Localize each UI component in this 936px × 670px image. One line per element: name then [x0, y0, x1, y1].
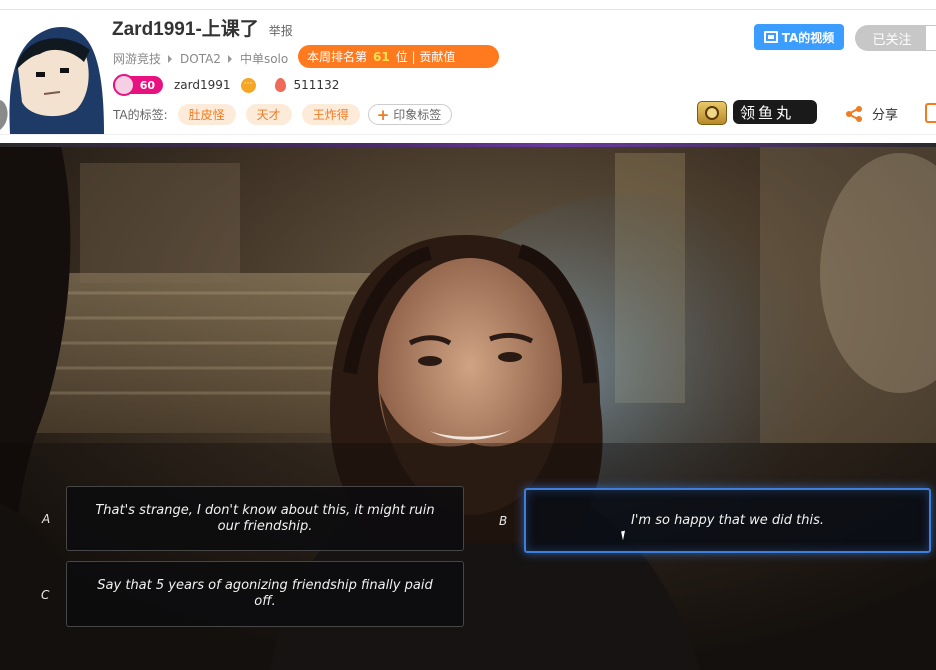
divider	[0, 9, 936, 10]
chevron-right-icon	[227, 54, 232, 63]
plus-icon: +	[376, 105, 390, 124]
tags-label: TA的标签:	[113, 108, 168, 122]
level-badge: 60	[113, 74, 163, 96]
rank-suffix: 位 | 贡献值	[395, 50, 456, 64]
follow-count-box	[925, 25, 936, 51]
dialogue-option-c[interactable]: Say that 5 years of agonizing friendship…	[66, 561, 464, 627]
tag-chip[interactable]: 肚皮怪	[177, 104, 236, 125]
ta-videos-button[interactable]: TA的视频	[754, 24, 844, 50]
fish-ball-badge[interactable]: 领鱼丸	[697, 99, 821, 126]
add-tag-button[interactable]: + 印象标签	[367, 104, 453, 125]
coin-icon	[697, 101, 727, 125]
dialogue-option-b[interactable]: I'm so happy that we did this.	[524, 488, 931, 553]
breadcrumb: 网游竞技 DOTA2 中单solo	[113, 50, 288, 67]
share-button[interactable]: 分享	[846, 104, 898, 123]
weekly-rank-badge[interactable]: 本周排名第 61 位 | 贡献值	[298, 45, 499, 68]
dialogue-option-a[interactable]: That's strange, I don't know about this,…	[66, 486, 464, 551]
film-icon	[763, 31, 778, 43]
share-label: 分享	[872, 108, 899, 123]
username[interactable]: zard1991	[174, 78, 231, 92]
chat-bubble-icon[interactable]: ···	[240, 77, 256, 93]
streamer-header: Zard1991-上课了 举报 网游竞技 DOTA2 中单solo 本周排名第 …	[0, 0, 936, 142]
rank-prefix: 本周排名第	[307, 50, 368, 64]
option-letter: A	[42, 512, 51, 526]
share-icon	[846, 105, 862, 122]
tag-chip[interactable]: 王炸得	[301, 104, 360, 125]
avatar[interactable]	[0, 10, 104, 134]
tag-chip[interactable]: 天才	[245, 104, 292, 125]
fish-ball-label: 领鱼丸	[733, 100, 817, 124]
heat-count: 511132	[293, 78, 340, 92]
option-letter: B	[499, 514, 508, 528]
breadcrumb-item[interactable]: 网游竞技	[113, 50, 161, 67]
player-top-border	[0, 143, 936, 147]
rank-number: 61	[373, 49, 390, 64]
ta-videos-label: TA的视频	[781, 30, 835, 45]
breadcrumb-item[interactable]: 中单solo	[240, 50, 288, 67]
follow-button[interactable]: 已关注	[855, 25, 929, 51]
add-tag-label: 印象标签	[393, 108, 442, 122]
anchor-info-row: 60 zard1991 ··· 511132	[113, 74, 340, 96]
screen-icon[interactable]	[925, 103, 936, 123]
option-letter: C	[41, 588, 50, 602]
microphone-icon	[113, 74, 135, 96]
level-number: 60	[139, 78, 155, 92]
chevron-right-icon	[168, 54, 173, 63]
breadcrumb-item[interactable]: DOTA2	[180, 52, 221, 66]
tags-row: TA的标签: 肚皮怪 天才 王炸得 + 印象标签	[113, 104, 453, 125]
channel-title: Zard1991-上课了	[112, 19, 259, 40]
report-link[interactable]: 举报	[269, 22, 293, 39]
divider	[0, 134, 936, 135]
flame-icon	[274, 78, 286, 92]
